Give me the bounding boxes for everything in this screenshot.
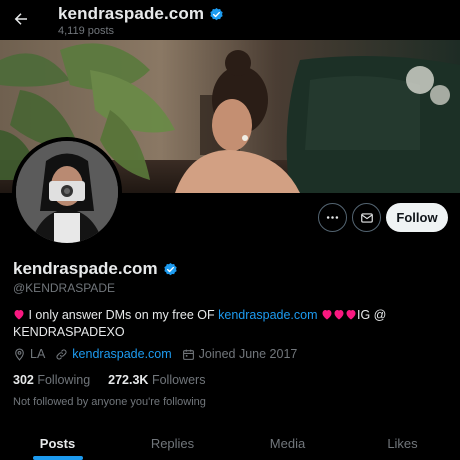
bio-text-1: I only answer DMs on my free OF bbox=[28, 308, 215, 322]
profile-avatar[interactable] bbox=[12, 137, 122, 247]
location-text: LA bbox=[30, 347, 46, 361]
website-link[interactable]: kendraspade.com bbox=[72, 347, 171, 361]
following-label: Following bbox=[37, 373, 91, 387]
profile-meta: LA kendraspade.com Joined June 2017 bbox=[13, 347, 307, 361]
header-title: kendraspade.com bbox=[58, 4, 205, 23]
profile-tabs: Posts Replies Media Likes bbox=[0, 424, 460, 460]
calendar-icon bbox=[182, 349, 194, 360]
heart-icon bbox=[346, 310, 356, 320]
post-count: 4,119 posts bbox=[58, 25, 115, 37]
followers-count: 272.3K bbox=[108, 373, 149, 387]
follow-button[interactable]: Follow bbox=[386, 203, 448, 232]
bio-link[interactable]: kendraspade.com bbox=[218, 308, 317, 322]
verified-badge-icon bbox=[210, 7, 223, 20]
avatar-photo bbox=[16, 141, 118, 243]
joined-item: Joined June 2017 bbox=[182, 347, 298, 361]
red-heart-icon bbox=[14, 310, 24, 320]
tab-label: Media bbox=[269, 436, 306, 451]
top-bar: kendraspade.com 4,119 posts bbox=[0, 0, 460, 40]
back-button[interactable] bbox=[8, 6, 34, 32]
tab-label: Replies bbox=[150, 436, 195, 451]
heart-icon bbox=[334, 310, 344, 320]
display-name-row: kendraspade.com bbox=[13, 259, 178, 279]
active-tab-indicator bbox=[32, 456, 83, 460]
arrow-left-icon bbox=[14, 13, 27, 25]
tab-replies[interactable]: Replies bbox=[115, 424, 230, 460]
bio-text-2: IG @ bbox=[357, 308, 387, 322]
header-title-row: kendraspade.com bbox=[58, 4, 224, 24]
verified-badge-icon[interactable] bbox=[163, 262, 178, 277]
envelope-icon bbox=[360, 212, 373, 223]
tab-media[interactable]: Media bbox=[230, 424, 345, 460]
bio-text-3: KENDRASPADEXO bbox=[13, 325, 125, 339]
followed-by-note: Not followed by anyone you're following bbox=[13, 396, 206, 408]
tab-likes[interactable]: Likes bbox=[345, 424, 460, 460]
following-count: 302 bbox=[13, 373, 34, 387]
message-button[interactable] bbox=[352, 203, 381, 232]
profile-bio: I only answer DMs on my free OF kendrasp… bbox=[13, 307, 443, 341]
profile-page: kendraspade.com 4,119 posts Follow kendr… bbox=[0, 0, 460, 460]
website-item[interactable]: kendraspade.com bbox=[55, 347, 172, 361]
more-horizontal-icon bbox=[326, 216, 339, 219]
followers-stat[interactable]: 272.3K Followers bbox=[108, 373, 205, 387]
user-handle: @KENDRASPADE bbox=[13, 281, 115, 295]
link-icon bbox=[56, 348, 67, 360]
tab-label: Likes bbox=[387, 436, 418, 451]
following-stat[interactable]: 302 Following bbox=[13, 373, 90, 387]
location-item: LA bbox=[13, 347, 45, 361]
more-options-button[interactable] bbox=[318, 203, 347, 232]
joined-text: Joined June 2017 bbox=[198, 347, 298, 361]
follow-stats: 302 Following 272.3K Followers bbox=[13, 373, 223, 387]
display-name: kendraspade.com bbox=[13, 259, 158, 278]
followers-label: Followers bbox=[151, 373, 206, 387]
tab-posts[interactable]: Posts bbox=[0, 424, 115, 460]
location-pin-icon bbox=[15, 348, 24, 361]
heart-icon bbox=[322, 310, 332, 320]
